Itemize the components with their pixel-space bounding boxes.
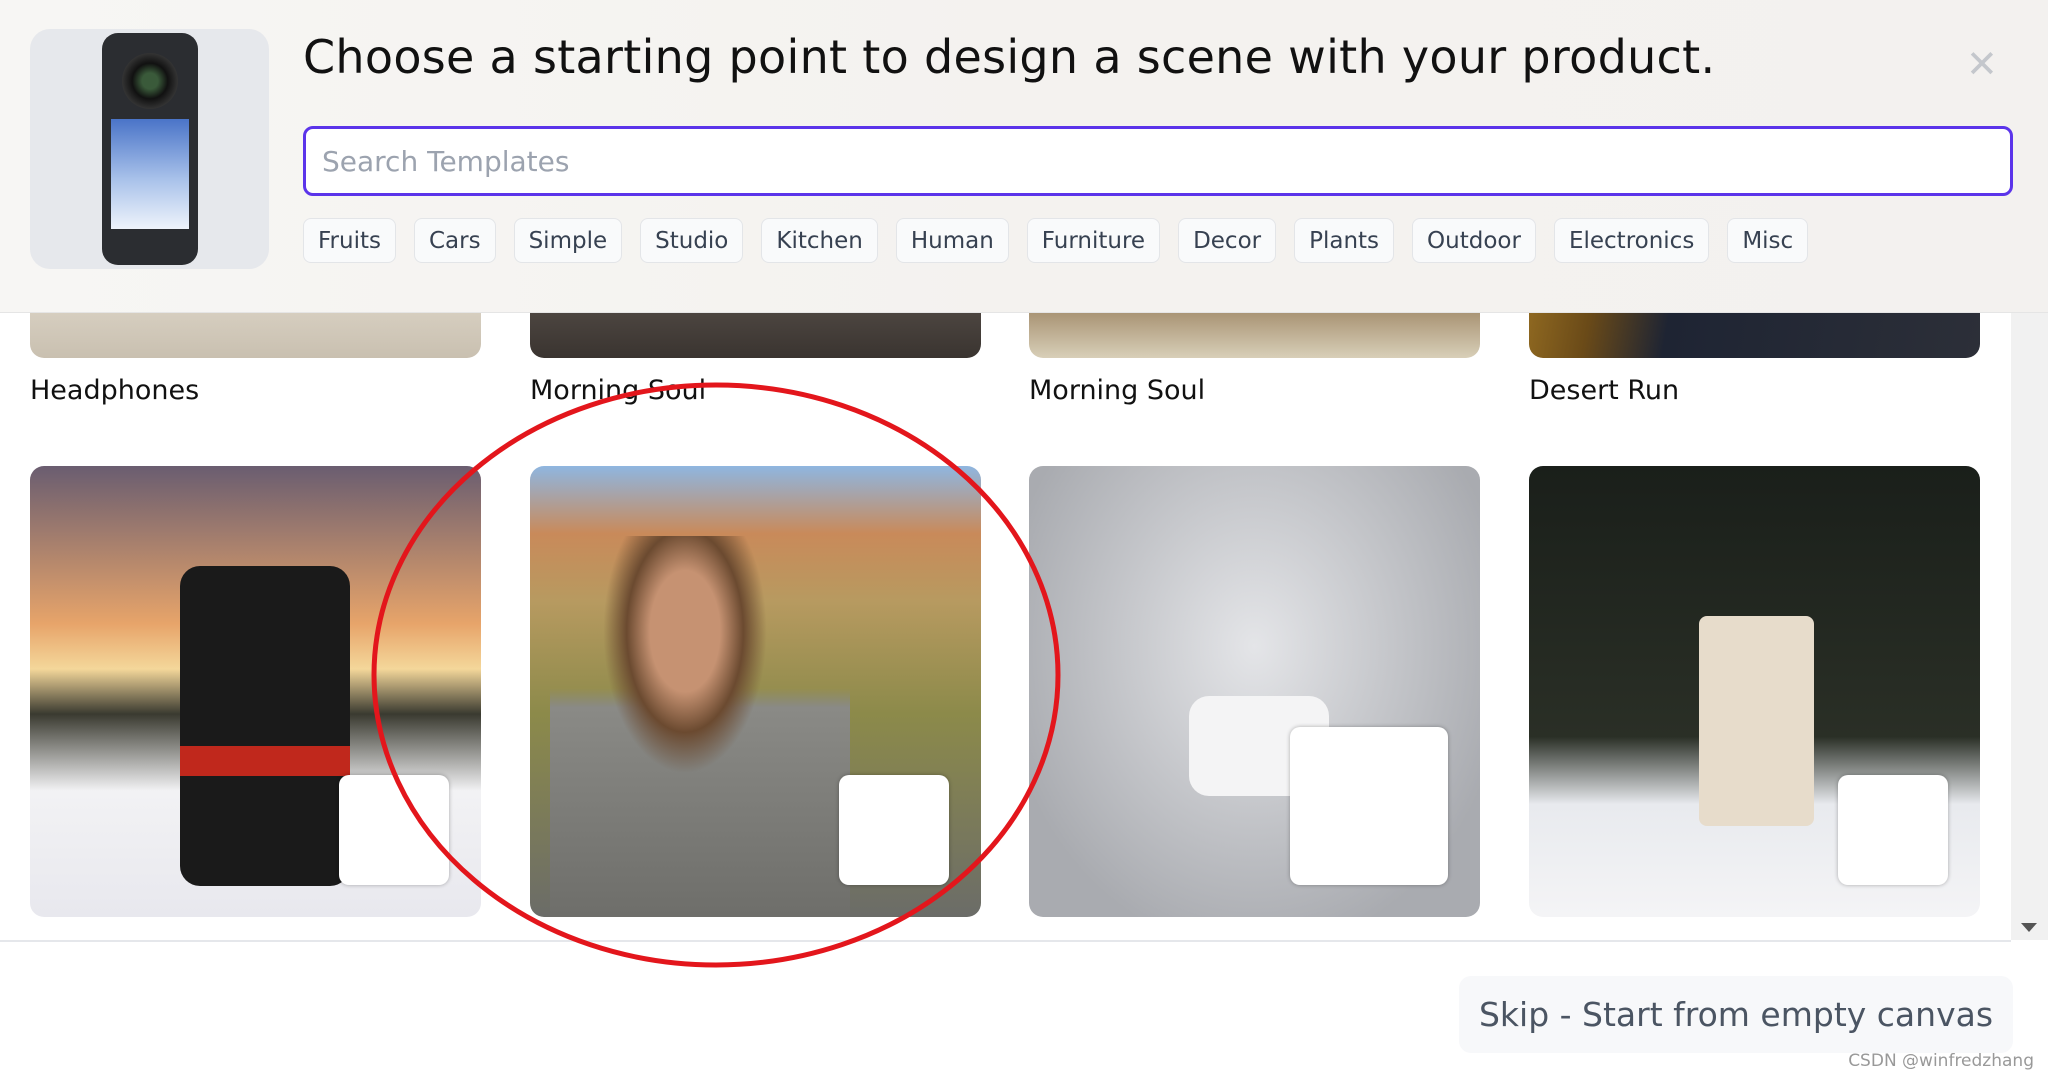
template-card-supplement-snow[interactable] bbox=[30, 466, 481, 917]
category-chip[interactable]: Human bbox=[895, 218, 1009, 263]
template-label: Morning Soul bbox=[1029, 375, 1206, 406]
product-thumbnail bbox=[339, 775, 449, 885]
category-chip[interactable]: Plants bbox=[1294, 218, 1395, 263]
category-chip[interactable]: Simple bbox=[513, 218, 623, 263]
close-icon[interactable]: ✕ bbox=[1966, 42, 1998, 86]
category-chip[interactable]: Kitchen bbox=[761, 218, 878, 263]
category-chip[interactable]: Studio bbox=[640, 218, 744, 263]
category-chip[interactable]: Misc bbox=[1727, 218, 1809, 263]
category-chip[interactable]: Outdoor bbox=[1412, 218, 1536, 263]
template-label: Desert Run bbox=[1529, 375, 1680, 406]
product-thumbnail bbox=[1290, 727, 1448, 885]
template-label: Headphones bbox=[30, 375, 200, 406]
category-chip[interactable]: Cars bbox=[413, 218, 496, 263]
divider bbox=[0, 940, 2011, 942]
template-image bbox=[1029, 466, 1480, 917]
scroll-down-arrow-icon[interactable] bbox=[2021, 923, 2037, 932]
product-image bbox=[30, 29, 269, 269]
template-card-earbuds[interactable] bbox=[1029, 466, 1480, 917]
category-chip[interactable]: Decor bbox=[1178, 218, 1277, 263]
template-picker-header: Choose a starting point to design a scen… bbox=[0, 0, 2048, 313]
watermark: CSDN @winfredzhang bbox=[1848, 1051, 2034, 1071]
template-card-runner[interactable] bbox=[530, 466, 981, 917]
page-title: Choose a starting point to design a scen… bbox=[303, 30, 1716, 84]
template-image bbox=[30, 466, 481, 917]
template-image bbox=[530, 466, 981, 917]
category-chip[interactable]: Electronics bbox=[1553, 218, 1710, 263]
scrollbar[interactable] bbox=[2011, 313, 2048, 940]
product-thumbnail bbox=[839, 775, 949, 885]
search-input[interactable] bbox=[303, 126, 2013, 196]
category-filters: Fruits Cars Simple Studio Kitchen Human … bbox=[303, 218, 1809, 263]
category-chip[interactable]: Furniture bbox=[1026, 218, 1161, 263]
product-thumbnail bbox=[1838, 775, 1948, 885]
template-image bbox=[1529, 466, 1980, 917]
template-label: Morning Soul bbox=[530, 375, 707, 406]
template-card-tea-tin[interactable] bbox=[1529, 466, 1980, 917]
category-chip[interactable]: Fruits bbox=[303, 218, 396, 263]
skip-button[interactable]: Skip - Start from empty canvas bbox=[1459, 976, 2013, 1053]
